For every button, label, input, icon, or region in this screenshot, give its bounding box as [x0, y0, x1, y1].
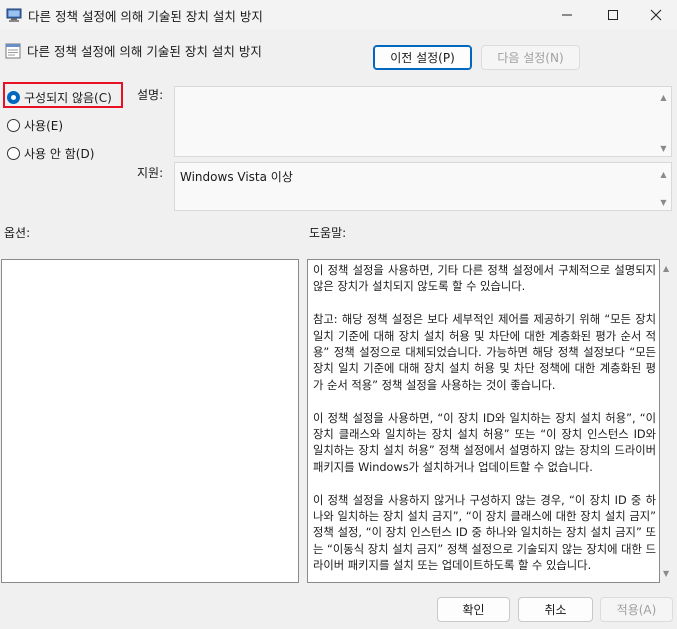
- minimize-icon: [562, 14, 572, 16]
- supported-value: Windows Vista 이상: [180, 170, 293, 184]
- minimize-button[interactable]: [544, 0, 590, 30]
- scroll-down-icon[interactable]: ▼: [659, 145, 668, 153]
- help-scrollbar[interactable]: ▲ ▼: [660, 259, 674, 583]
- comment-textarea[interactable]: ▲ ▼: [174, 86, 672, 157]
- radio-unchecked-icon: [7, 119, 20, 132]
- supported-on-box: Windows Vista 이상 ▲ ▼: [174, 162, 672, 211]
- policy-setting-icon: [5, 43, 21, 59]
- radio-unchecked-icon: [7, 147, 20, 160]
- policy-title: 다른 정책 설정에 의해 기술된 장치 설치 방지: [27, 44, 262, 59]
- next-setting-button[interactable]: 다음 설정(N): [481, 45, 580, 70]
- window-title: 다른 정책 설정에 의해 기술된 장치 설치 방지: [28, 9, 263, 24]
- options-pane: [1, 259, 299, 583]
- options-label: 옵션:: [4, 226, 31, 240]
- help-paragraph: 참고: 해당 정책 설정은 보다 세부적인 제어를 제공하기 위해 “모든 장치…: [313, 313, 656, 392]
- scroll-down-icon[interactable]: ▼: [659, 199, 668, 207]
- close-icon: [650, 9, 661, 21]
- ok-button[interactable]: 확인: [437, 597, 510, 622]
- scroll-up-icon[interactable]: ▲: [659, 171, 668, 179]
- radio-disabled-label: 사용 안 함(D): [24, 147, 95, 161]
- maximize-icon: [608, 10, 618, 20]
- cancel-button[interactable]: 취소: [518, 597, 593, 622]
- radio-disabled[interactable]: 사용 안 함(D): [7, 145, 94, 162]
- radio-not-configured-label: 구성되지 않음(C): [24, 91, 112, 105]
- close-button[interactable]: [634, 0, 677, 30]
- help-paragraph: 이 정책 설정을 사용하면, “이 장치 ID와 일치하는 장치 설치 허용”,…: [313, 411, 656, 474]
- radio-not-configured[interactable]: 구성되지 않음(C): [7, 89, 112, 106]
- help-pane[interactable]: 이 정책 설정을 사용하면, 기타 다른 정책 설정에서 구체적으로 설명되지 …: [307, 259, 660, 583]
- comment-label: 설명:: [137, 88, 164, 102]
- apply-button[interactable]: 적용(A): [600, 597, 673, 622]
- help-text: 이 정책 설정을 사용하면, 기타 다른 정책 설정에서 구체적으로 설명되지 …: [313, 263, 656, 582]
- previous-setting-button[interactable]: 이전 설정(P): [373, 45, 472, 70]
- help-paragraph: 이 정책 설정을 사용하지 않거나 구성하지 않는 경우, “이 장치 ID 중…: [313, 493, 656, 573]
- scroll-up-icon[interactable]: ▲: [659, 94, 668, 102]
- scroll-up-icon[interactable]: ▲: [663, 264, 669, 273]
- maximize-button[interactable]: [590, 0, 636, 30]
- policy-app-icon: [6, 8, 22, 22]
- scroll-down-icon[interactable]: ▼: [663, 569, 669, 578]
- radio-checked-icon: [7, 91, 20, 104]
- help-paragraph: 이 정책 설정을 사용하면, 기타 다른 정책 설정에서 구체적으로 설명되지 …: [313, 264, 656, 294]
- radio-enabled-label: 사용(E): [24, 119, 64, 133]
- supported-label: 지원:: [137, 166, 164, 180]
- help-label: 도움말:: [309, 226, 347, 240]
- radio-enabled[interactable]: 사용(E): [7, 117, 63, 134]
